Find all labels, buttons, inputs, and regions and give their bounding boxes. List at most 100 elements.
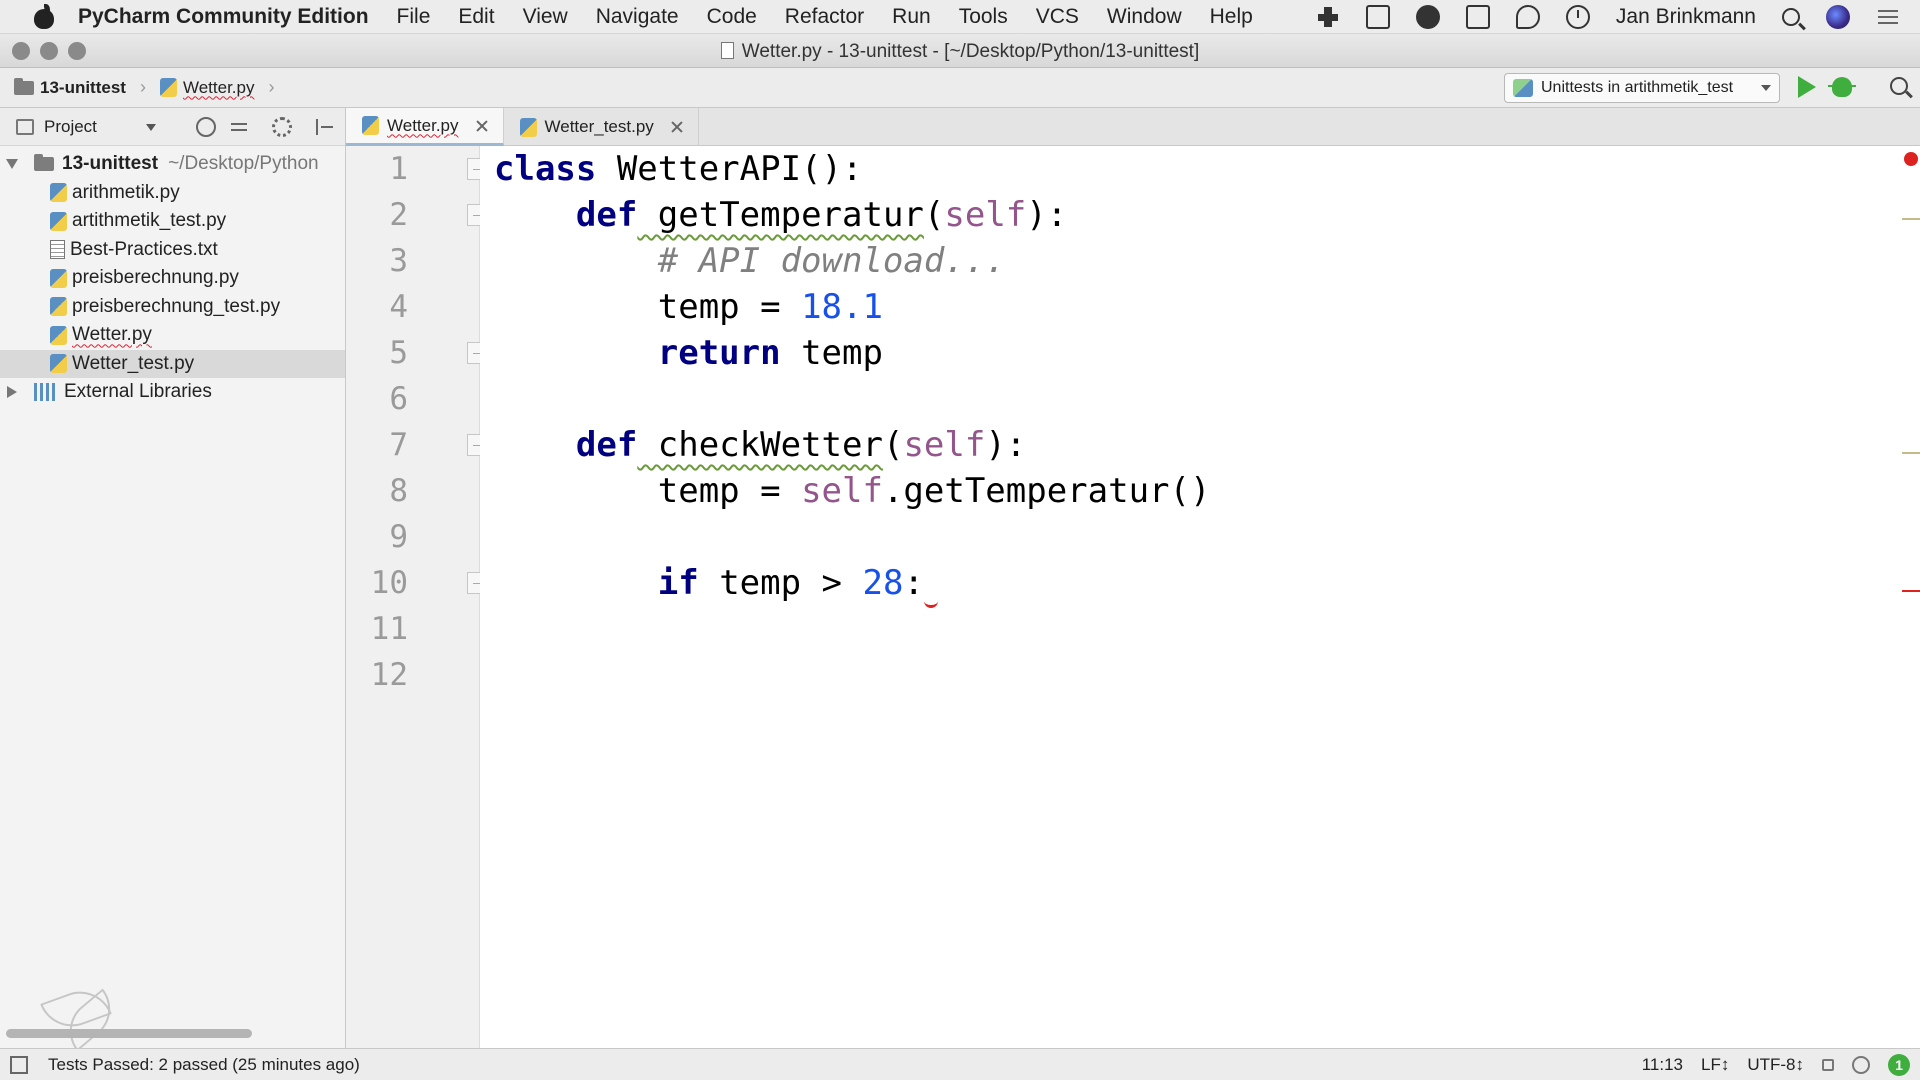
expand-arrow-icon[interactable] bbox=[6, 159, 18, 170]
keyword: def bbox=[575, 195, 638, 235]
tree-file-preisberechnung[interactable]: preisberechnung.py bbox=[0, 264, 345, 293]
error-indicator-icon[interactable] bbox=[1904, 152, 1918, 166]
code-line-3: # API download... bbox=[494, 238, 1006, 284]
debug-button[interactable] bbox=[1828, 77, 1856, 97]
number-literal: 18.1 bbox=[801, 287, 883, 327]
menu-user-name[interactable]: Jan Brinkmann bbox=[1616, 5, 1756, 29]
chevron-down-icon[interactable] bbox=[146, 124, 156, 131]
code-editor[interactable]: class WetterAPI(): def getTemperatur(sel… bbox=[480, 146, 1920, 1048]
python-file-icon bbox=[362, 116, 379, 135]
menu-vcs[interactable]: VCS bbox=[1036, 5, 1079, 29]
siri-icon[interactable] bbox=[1826, 5, 1850, 29]
code-text: .getTemperatur() bbox=[882, 471, 1211, 511]
search-everywhere-icon[interactable] bbox=[1890, 77, 1908, 95]
notification-center-icon[interactable] bbox=[1876, 5, 1900, 29]
breadcrumb-file[interactable]: Wetter.py bbox=[183, 78, 255, 98]
warning-stripe-mark[interactable] bbox=[1902, 218, 1920, 220]
macos-menu-bar: PyCharm Community Edition File Edit View… bbox=[0, 0, 1920, 34]
editor-tab-bar: Wetter.py Wetter_test.py bbox=[346, 108, 1920, 146]
tree-file-artithmetik-test[interactable]: artithmetik_test.py bbox=[0, 207, 345, 236]
project-icon bbox=[16, 118, 34, 135]
camera-icon[interactable] bbox=[1465, 5, 1490, 29]
tab-wetter[interactable]: Wetter.py bbox=[346, 108, 504, 146]
horizontal-scrollbar[interactable] bbox=[6, 1029, 252, 1038]
close-icon[interactable] bbox=[475, 119, 489, 133]
keyword: if bbox=[657, 563, 699, 603]
spotlight-search-icon[interactable] bbox=[1782, 8, 1800, 26]
error-stripe-mark[interactable] bbox=[1902, 590, 1920, 592]
menu-view[interactable]: View bbox=[523, 5, 568, 29]
tree-external-libraries[interactable]: External Libraries bbox=[0, 378, 345, 407]
number-literal: 28 bbox=[862, 563, 904, 603]
python-file-icon bbox=[50, 354, 67, 374]
collapse-all-icon[interactable] bbox=[229, 117, 249, 137]
run-configuration-dropdown[interactable]: Unittests in artithmetik_test bbox=[1504, 73, 1780, 103]
menu-window[interactable]: Window bbox=[1107, 5, 1182, 29]
line-separator[interactable]: LF↕ bbox=[1701, 1055, 1729, 1075]
run-button[interactable] bbox=[1798, 76, 1816, 98]
tree-file-wetter[interactable]: Wetter.py bbox=[0, 321, 345, 350]
time-machine-icon[interactable] bbox=[1565, 5, 1590, 29]
tool-windows-icon[interactable] bbox=[10, 1055, 28, 1074]
tree-file-label: preisberechnung_test.py bbox=[72, 295, 281, 317]
menu-app-name[interactable]: PyCharm Community Edition bbox=[78, 5, 369, 29]
menu-code[interactable]: Code bbox=[707, 5, 757, 29]
tree-file-arithmetik[interactable]: arithmetik.py bbox=[0, 179, 345, 208]
caret-position[interactable]: 11:13 bbox=[1642, 1055, 1683, 1075]
scroll-from-source-icon[interactable] bbox=[196, 117, 216, 137]
tree-file-label: Wetter.py bbox=[72, 324, 152, 346]
status-widgets: 11:13 LF↕ UTF-8↕ 1 bbox=[1642, 1049, 1910, 1080]
project-view-selector[interactable]: Project bbox=[44, 117, 97, 137]
file-encoding[interactable]: UTF-8↕ bbox=[1747, 1055, 1804, 1075]
inspector-face-icon[interactable] bbox=[1852, 1056, 1870, 1074]
close-icon[interactable] bbox=[670, 120, 684, 134]
tab-wetter-test[interactable]: Wetter_test.py bbox=[504, 108, 699, 146]
menu-edit[interactable]: Edit bbox=[458, 5, 494, 29]
plus-icon[interactable] bbox=[1316, 5, 1340, 29]
code-line-2: def getTemperatur(self): bbox=[494, 192, 1067, 238]
folder-icon bbox=[34, 154, 54, 172]
python-file-icon bbox=[50, 183, 67, 203]
tab-label: Wetter_test.py bbox=[544, 117, 654, 136]
breadcrumb-project[interactable]: 13-unittest bbox=[40, 78, 126, 98]
tree-file-wetter-test[interactable]: Wetter_test.py bbox=[0, 349, 345, 378]
self-keyword: self bbox=[903, 425, 986, 465]
warning-stripe-mark[interactable] bbox=[1902, 452, 1920, 454]
tree-file-best-practices[interactable]: Best-Practices.txt bbox=[0, 236, 345, 265]
event-log-badge[interactable]: 1 bbox=[1888, 1054, 1910, 1076]
python-file-icon bbox=[50, 297, 67, 317]
screen-capture-icon[interactable] bbox=[1365, 5, 1390, 29]
tree-root-name: 13-unittest bbox=[62, 153, 159, 175]
menu-help[interactable]: Help bbox=[1210, 5, 1253, 29]
project-tool-window: Project 13-unittest ~/Desktop/Python ari… bbox=[0, 108, 346, 1048]
code-text: ): bbox=[1026, 195, 1068, 235]
chevron-down-icon bbox=[1761, 85, 1771, 91]
apple-icon[interactable] bbox=[28, 3, 60, 29]
line-number: 8 bbox=[389, 473, 408, 509]
lock-icon[interactable] bbox=[1822, 1059, 1834, 1071]
tree-file-label: Wetter_test.py bbox=[72, 352, 195, 374]
gear-icon[interactable] bbox=[272, 117, 292, 137]
breadcrumb-separator: › bbox=[139, 77, 146, 97]
status-message[interactable]: Tests Passed: 2 passed (25 minutes ago) bbox=[48, 1055, 360, 1075]
project-panel-header: Project bbox=[0, 108, 345, 146]
menu-run[interactable]: Run bbox=[892, 5, 931, 29]
menu-navigate[interactable]: Navigate bbox=[596, 5, 679, 29]
tree-root-folder[interactable]: 13-unittest ~/Desktop/Python bbox=[0, 150, 345, 179]
expand-arrow-icon[interactable] bbox=[7, 386, 17, 399]
code-line-10: if temp > 28: bbox=[494, 560, 938, 608]
tab-label: Wetter.py bbox=[387, 115, 459, 135]
line-number: 9 bbox=[389, 519, 408, 555]
menu-refactor[interactable]: Refactor bbox=[785, 5, 864, 29]
keyword: class bbox=[494, 149, 597, 189]
project-tree: 13-unittest ~/Desktop/Python arithmetik.… bbox=[0, 146, 345, 407]
chat-icon[interactable] bbox=[1515, 5, 1540, 29]
tree-file-preisberechnung-test[interactable]: preisberechnung_test.py bbox=[0, 293, 345, 322]
self-keyword: self bbox=[801, 471, 883, 511]
menu-file[interactable]: File bbox=[397, 5, 431, 29]
unittest-config-icon bbox=[1513, 79, 1533, 97]
python-file-icon bbox=[159, 78, 177, 97]
app-status-icon[interactable] bbox=[1415, 5, 1440, 29]
menu-tools[interactable]: Tools bbox=[959, 5, 1008, 29]
hide-panel-icon[interactable] bbox=[314, 117, 334, 137]
